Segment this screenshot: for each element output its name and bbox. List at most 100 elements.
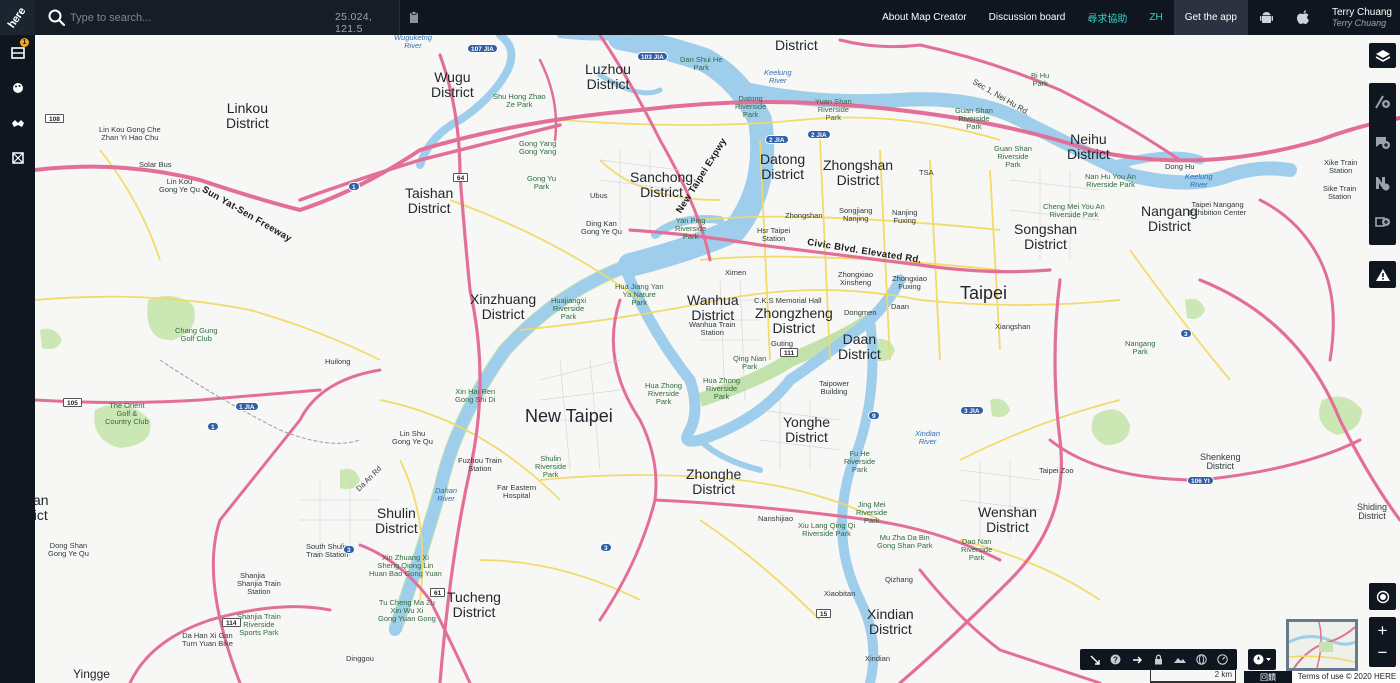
help-link[interactable]: 尋求協助 bbox=[1076, 0, 1138, 35]
warning-icon bbox=[1375, 268, 1390, 281]
park-label: Tu Cheng Ma Zu Xin Wu Xi Gong Yuan Gong bbox=[378, 598, 436, 623]
feedback-button[interactable]: 回饋 bbox=[1244, 671, 1292, 683]
svg-text:?: ? bbox=[1113, 655, 1118, 664]
district-label: Daan District bbox=[838, 331, 881, 362]
highway-shield: 108 bbox=[45, 114, 64, 123]
highway-shield: 1 JIA bbox=[235, 402, 259, 411]
district-label: Zhongshan District bbox=[823, 157, 894, 188]
layers-button[interactable] bbox=[1369, 43, 1396, 68]
park-label: Mu Zha Da Bin Gong Shan Park bbox=[877, 533, 933, 550]
park-label: Hua Zhong Riverside Park bbox=[645, 381, 683, 406]
highway-shield: 3 bbox=[343, 545, 355, 554]
poi-label: Taipei Nangang Exhibition Center bbox=[1189, 200, 1247, 217]
district-label: Xindian District bbox=[867, 606, 914, 637]
poi-label: Lin Shu Gong Ye Qu bbox=[392, 429, 433, 446]
district-label: an ict bbox=[35, 492, 49, 523]
river-label: Dahan River bbox=[435, 486, 458, 503]
poi-label: Gong Yu Park bbox=[527, 174, 557, 191]
about-link[interactable]: About Map Creator bbox=[871, 0, 978, 35]
add-place-icon[interactable] bbox=[1374, 134, 1391, 151]
highway-shield: 2 JIA bbox=[807, 130, 831, 139]
highway-shield: 61 bbox=[430, 588, 446, 597]
poi-label: Zhongxiao Xinsheng bbox=[838, 270, 874, 287]
district-label: Wanhua District bbox=[687, 292, 739, 323]
user-menu[interactable]: Terry Chuang Terry Chuang bbox=[1322, 0, 1400, 35]
poi-label: Lin Kou Gong Che Zhan Yi Hao Chu bbox=[99, 125, 161, 142]
poi-label: Songjiang Nanjing bbox=[839, 206, 873, 223]
map-canvas[interactable]: District Luzhou District Wugu District L… bbox=[35, 35, 1400, 683]
add-area-icon[interactable] bbox=[1374, 216, 1391, 233]
report-button[interactable] bbox=[1369, 261, 1396, 288]
city-label: Taipei bbox=[960, 283, 1008, 303]
edit-tools-panel bbox=[1369, 83, 1396, 245]
lock-icon[interactable] bbox=[1151, 653, 1165, 667]
poi-label: Da Han Xi Gan Turn Yuan Bike bbox=[182, 631, 233, 648]
district-label: Linkou District bbox=[226, 100, 269, 131]
community-button[interactable] bbox=[8, 113, 28, 133]
clipboard-icon[interactable] bbox=[409, 11, 419, 24]
android-icon[interactable] bbox=[1248, 0, 1285, 35]
poi-label: Xiangshan bbox=[995, 322, 1031, 331]
zoom-out-button[interactable]: − bbox=[1378, 642, 1388, 664]
map-mode-dropdown[interactable] bbox=[1248, 649, 1276, 670]
district-label: Wugu District bbox=[431, 69, 474, 100]
speedometer-icon[interactable] bbox=[1215, 653, 1229, 667]
compass-icon bbox=[1253, 654, 1271, 665]
district-label: Shiding District bbox=[1357, 502, 1388, 522]
help-icon[interactable]: ? bbox=[1109, 653, 1123, 667]
palette-button[interactable] bbox=[8, 78, 28, 98]
river-label: Keelung River bbox=[764, 68, 792, 85]
add-road-icon[interactable] bbox=[1374, 93, 1391, 110]
map-editor-button[interactable] bbox=[8, 148, 28, 168]
directions-icon[interactable] bbox=[1130, 653, 1144, 667]
poi-label: Dan Shui He Park bbox=[680, 55, 723, 72]
highway-shield: 111 bbox=[780, 348, 799, 357]
here-logo[interactable]: here bbox=[0, 0, 35, 35]
community-icon bbox=[12, 120, 24, 127]
terrain-icon[interactable] bbox=[1173, 653, 1187, 667]
palette-icon bbox=[13, 83, 23, 93]
highway-shield: 9 bbox=[868, 411, 880, 420]
poi-label: Shanjia Train Station bbox=[237, 579, 281, 596]
locate-me-button[interactable] bbox=[1369, 583, 1396, 610]
park-label: Yuan Shan Riverside Park bbox=[815, 97, 852, 122]
discussion-link[interactable]: Discussion board bbox=[978, 0, 1077, 35]
poi-label: South Shulin Train Station bbox=[306, 542, 349, 559]
park-label: Cheng Mei You An Riverside Park bbox=[1043, 202, 1105, 219]
minimap[interactable] bbox=[1286, 619, 1358, 671]
poi-label: Taipower Building bbox=[819, 379, 850, 396]
poi-label: Zhongxiao Fuxing bbox=[892, 274, 928, 291]
poi-label: Dinggou bbox=[346, 654, 374, 663]
district-label: Luzhou District bbox=[585, 61, 631, 92]
poi-label: Ding Kan Gong Ye Qu bbox=[581, 219, 622, 236]
park-label: Shanjia Train Riverside Sports Park bbox=[237, 612, 281, 637]
highway-shield: 2 JIA bbox=[765, 135, 789, 144]
park-label: Yan Ping Riverside Park bbox=[675, 216, 707, 241]
highway-shield: 3 bbox=[1180, 329, 1192, 338]
user-handle: Terry Chuang bbox=[1331, 17, 1387, 28]
district-label: Tucheng District bbox=[447, 589, 501, 620]
search-input[interactable] bbox=[70, 8, 290, 28]
park-label: Xiu Lang Qing Qi Riverside Park bbox=[798, 521, 856, 538]
terms-link[interactable]: Terms of use © 2020 HERE bbox=[1294, 671, 1400, 683]
district-label: Wenshan District bbox=[978, 504, 1037, 535]
scale-label: 2 km bbox=[1214, 670, 1232, 679]
district-label: Taishan District bbox=[405, 185, 454, 216]
poi-label: Guting bbox=[771, 339, 794, 348]
apple-icon[interactable] bbox=[1285, 0, 1322, 35]
river-label: Wuguketng River bbox=[394, 35, 432, 50]
poi-label: Ximen bbox=[725, 268, 747, 277]
globe-icon[interactable] bbox=[1194, 653, 1208, 667]
top-bar: here 25.024, 121.5 About Map Creator Dis… bbox=[0, 0, 1400, 35]
poi-label: Xiaobitan bbox=[824, 589, 856, 598]
add-address-icon[interactable] bbox=[1374, 175, 1391, 192]
district-label: Zhonghe District bbox=[686, 466, 742, 497]
language-switch[interactable]: ZH bbox=[1138, 0, 1173, 35]
notifications-button[interactable]: 1 bbox=[8, 38, 29, 63]
district-label: Shenkeng District bbox=[1200, 452, 1241, 472]
collapse-icon[interactable] bbox=[1088, 653, 1102, 667]
poi-label: Shanjia bbox=[240, 571, 266, 580]
search-icon[interactable] bbox=[47, 8, 67, 28]
get-app-button[interactable]: Get the app bbox=[1173, 0, 1248, 35]
zoom-in-button[interactable]: + bbox=[1378, 620, 1388, 642]
